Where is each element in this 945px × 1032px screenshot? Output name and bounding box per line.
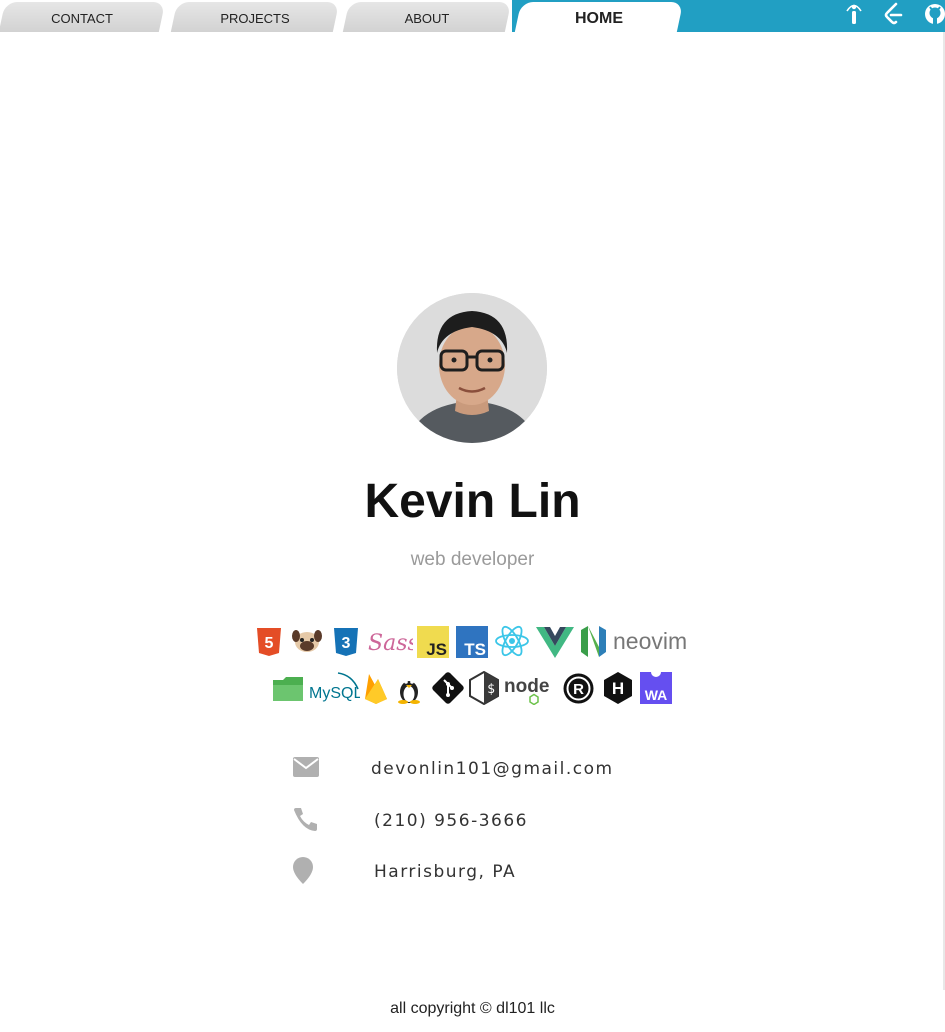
svg-text:5: 5 bbox=[265, 635, 274, 652]
html5-icon: 5 bbox=[256, 627, 282, 657]
svg-text:$: $ bbox=[487, 682, 495, 697]
mysql-icon: MySQL bbox=[308, 671, 360, 705]
tab-home[interactable]: HOME bbox=[514, 2, 684, 32]
svg-text:node: node bbox=[504, 676, 549, 697]
svg-text:WA: WA bbox=[645, 687, 668, 703]
tab-projects-label: PROJECTS bbox=[220, 11, 290, 26]
tab-home-label: HOME bbox=[575, 10, 623, 27]
pug-icon bbox=[291, 628, 323, 654]
linux-icon bbox=[397, 674, 421, 704]
svg-text:JS: JS bbox=[426, 640, 447, 658]
javascript-icon: JS bbox=[417, 626, 449, 658]
svg-text:MySQL: MySQL bbox=[309, 685, 360, 702]
info-icon[interactable] bbox=[842, 2, 866, 26]
firebase-icon bbox=[364, 671, 388, 705]
contact-email[interactable]: devonlin101@gmail.com bbox=[371, 759, 614, 779]
neovim-icon: neovim bbox=[579, 625, 693, 659]
top-navigation: CONTACT PROJECTS ABOUT HOME bbox=[0, 0, 945, 32]
contact-phone[interactable]: (210) 956-3666 bbox=[374, 811, 528, 831]
footer-copyright: all copyright © dl101 llc bbox=[390, 1000, 555, 1017]
react-icon bbox=[494, 624, 530, 658]
git-icon bbox=[431, 671, 465, 705]
nodejs-icon: node bbox=[503, 671, 559, 705]
svg-text:R: R bbox=[573, 681, 584, 698]
hashnode-icon: H bbox=[601, 671, 635, 705]
profile-name: Kevin Lin bbox=[364, 475, 581, 528]
svg-text:neovim: neovim bbox=[613, 628, 687, 654]
github-icon[interactable] bbox=[923, 2, 945, 26]
sass-icon: Sass bbox=[367, 626, 413, 658]
tab-contact-label: CONTACT bbox=[51, 11, 113, 26]
contact-location: Harrisburg, PA bbox=[374, 862, 517, 882]
svg-text:Sass: Sass bbox=[368, 631, 413, 656]
phone-icon bbox=[294, 808, 317, 831]
envelope-icon bbox=[293, 757, 319, 777]
bash-icon: $ bbox=[469, 671, 499, 705]
css3-icon: 3 bbox=[333, 627, 359, 657]
leetcode-icon[interactable] bbox=[882, 2, 906, 26]
folder-icon bbox=[272, 676, 304, 702]
tab-about-label: ABOUT bbox=[404, 11, 450, 26]
typescript-icon: TS bbox=[456, 626, 488, 658]
svg-text:TS: TS bbox=[464, 640, 486, 658]
tab-about[interactable]: ABOUT bbox=[342, 2, 512, 32]
avatar bbox=[397, 293, 547, 443]
svg-text:3: 3 bbox=[342, 635, 351, 652]
map-marker-icon bbox=[293, 857, 313, 884]
tab-contact[interactable]: CONTACT bbox=[0, 2, 166, 32]
profile-photo bbox=[397, 293, 547, 443]
profile-role: web developer bbox=[410, 549, 535, 570]
svg-text:H: H bbox=[612, 679, 624, 698]
vue-icon bbox=[536, 626, 574, 658]
webassembly-icon: WA bbox=[640, 672, 672, 704]
tab-projects[interactable]: PROJECTS bbox=[170, 2, 340, 32]
rust-icon: R bbox=[562, 672, 595, 705]
